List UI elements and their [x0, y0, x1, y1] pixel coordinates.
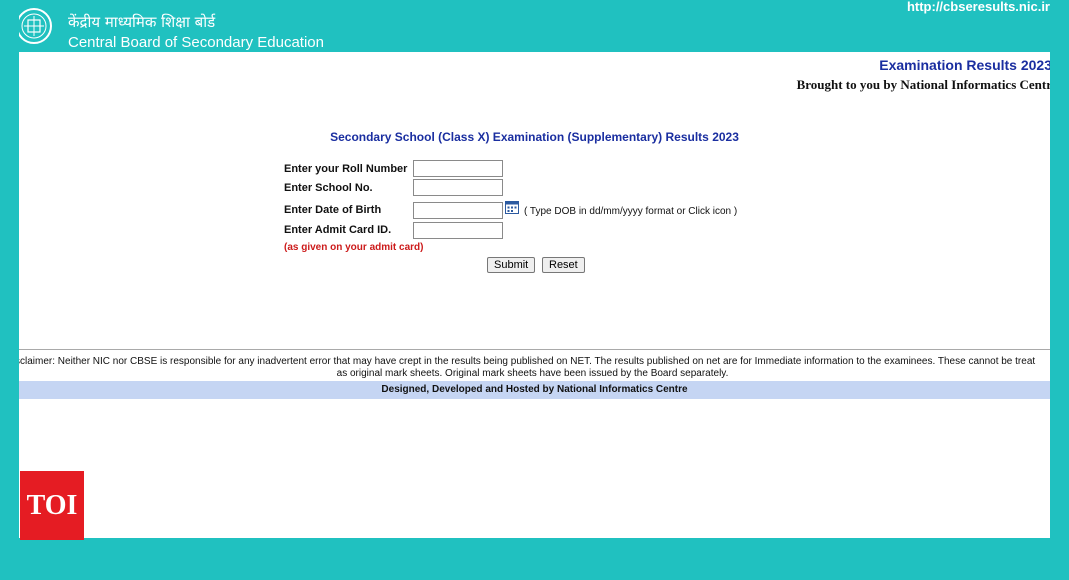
section-divider [19, 349, 1050, 350]
dob-input[interactable] [413, 202, 503, 219]
exam-results-heading: Examination Results 2023 [879, 57, 1050, 73]
header-bar: केंद्रीय माध्यमिक शिक्षा बोर्ड Central B… [19, 0, 1050, 52]
org-name-hindi: केंद्रीय माध्यमिक शिक्षा बोर्ड [68, 13, 216, 31]
dob-label: Enter Date of Birth [284, 204, 382, 216]
school-no-label: Enter School No. [284, 182, 373, 194]
org-name-english: Central Board of Secondary Education [68, 34, 324, 51]
admit-card-note: (as given on your admit card) [284, 242, 424, 253]
cbse-emblem-icon [19, 8, 52, 44]
school-no-input[interactable] [413, 179, 503, 196]
toi-watermark-logo: TOI [20, 471, 84, 540]
results-page: केंद्रीय माध्यमिक शिक्षा बोर्ड Central B… [19, 0, 1050, 538]
dob-hint-text: ( Type DOB in dd/mm/yyyy format or Click… [524, 206, 738, 217]
brought-by-text: Brought to you by National Informatics C… [796, 77, 1050, 92]
footer-bar: Designed, Developed and Hosted by Nation… [19, 381, 1050, 399]
form-title: Secondary School (Class X) Examination (… [330, 130, 739, 144]
disclaimer-line-1: sclaimer: Neither NIC nor CBSE is respon… [19, 356, 1036, 367]
admit-card-label: Enter Admit Card ID. [284, 224, 392, 236]
disclaimer-text: sclaimer: Neither NIC nor CBSE is respon… [19, 356, 1050, 380]
site-url-link[interactable]: http://cbseresults.nic.ir [907, 0, 1050, 14]
submit-button[interactable]: Submit [487, 257, 536, 273]
hosted-by-text: Designed, Developed and Hosted by Nation… [381, 384, 688, 395]
roll-number-input[interactable] [413, 160, 503, 177]
reset-button[interactable]: Reset [542, 257, 585, 273]
disclaimer-line-2: as original mark sheets. Original mark s… [336, 368, 729, 379]
calendar-icon[interactable] [505, 200, 519, 214]
roll-number-label: Enter your Roll Number [284, 163, 408, 175]
admit-card-input[interactable] [413, 222, 503, 239]
